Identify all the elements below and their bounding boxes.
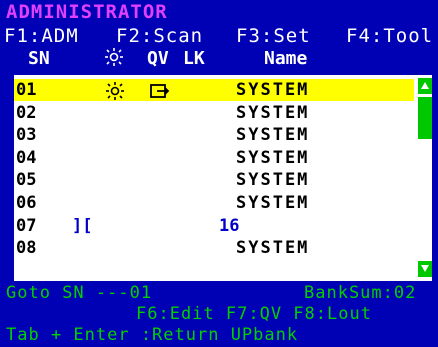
bank-sum: BankSum:02: [304, 283, 417, 303]
list-item-name: SYSTEM: [236, 193, 310, 213]
list-item-name: SYSTEM: [236, 80, 310, 100]
list-item-sn: 01: [16, 80, 37, 100]
list-item-sn: 04: [16, 147, 37, 168]
scroll-down-icon[interactable]: [418, 261, 432, 277]
status-area: Goto SN ---01 BankSum:02 F6:Edit F7:QV F…: [0, 283, 438, 347]
f1-adm-key[interactable]: F1:ADM: [4, 25, 79, 47]
column-headers: SN QV LK Name: [14, 48, 432, 72]
sun-icon: [105, 48, 123, 71]
lock-icon: ][: [72, 215, 93, 236]
list-item[interactable]: 08 SYSTEM: [14, 237, 414, 259]
header-sn: SN: [28, 48, 50, 69]
function-key-bar: F1:ADM F2:Scan F3:Set F4:Tool: [0, 24, 438, 48]
page-title: ADMINISTRATOR: [6, 1, 168, 23]
header-name: Name: [264, 48, 308, 69]
list-item[interactable]: 01 SYSTEM: [14, 79, 414, 101]
list-item-name: SYSTEM: [236, 102, 310, 123]
list-item-sn: 02: [16, 102, 37, 123]
list-item-name: SYSTEM: [236, 170, 310, 191]
sun-icon: [106, 82, 124, 100]
device-list: 01 SYSTEM 02 SYSTEM 03 SYSTEM 04 SYSTEM 05 SYSTEM…: [14, 75, 432, 281]
list-item[interactable]: 06 SYSTEM: [14, 192, 414, 214]
f2-scan-key[interactable]: F2:Scan: [116, 25, 203, 47]
list-item[interactable]: 02 SYSTEM: [14, 102, 414, 124]
title-bar: ADMINISTRATOR: [0, 0, 438, 24]
list-item-sn: 06: [16, 193, 37, 213]
list-item[interactable]: 03 SYSTEM: [14, 124, 414, 146]
osd-panel: ADMINISTRATOR F1:ADM F2:Scan F3:Set F4:T…: [0, 0, 438, 347]
goto-sn-field[interactable]: Goto SN ---01: [6, 283, 152, 303]
list-item-sn: 05: [16, 170, 37, 191]
hint-text: Tab + Enter :Return UPbank: [6, 325, 299, 345]
list-item[interactable]: 04 SYSTEM: [14, 147, 414, 169]
quick-view-icon: [150, 83, 170, 98]
list-item[interactable]: 07 ][ 16: [14, 215, 414, 237]
header-qv: QV: [147, 48, 169, 69]
header-lk: LK: [183, 48, 205, 69]
scroll-up-icon[interactable]: [418, 78, 432, 94]
list-item-sn: 08: [16, 238, 37, 259]
list-item-name: SYSTEM: [236, 238, 310, 259]
list-item-name: SYSTEM: [236, 147, 310, 168]
list-item-value: 16: [219, 215, 240, 236]
f3-set-key[interactable]: F3:Set: [236, 25, 311, 47]
f4-tool-key[interactable]: F4:Tool: [346, 25, 433, 47]
list-item[interactable]: 05 SYSTEM: [14, 169, 414, 191]
function-keys-bottom[interactable]: F6:Edit F7:QV F8:Lout: [136, 304, 372, 324]
scrollbar[interactable]: [418, 75, 432, 281]
list-item-sn: 07: [16, 215, 37, 236]
list-item-sn: 03: [16, 125, 37, 146]
list-item-name: SYSTEM: [236, 125, 310, 146]
scroll-thumb[interactable]: [418, 97, 432, 139]
